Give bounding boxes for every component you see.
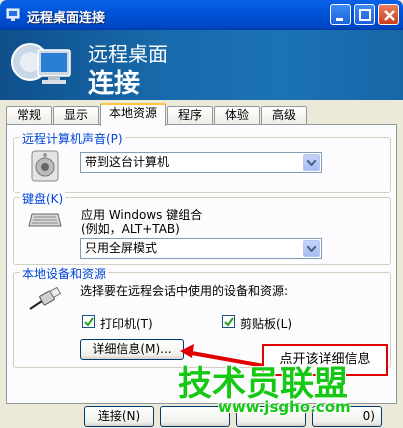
watermark-url: www.jsgho.com: [218, 398, 351, 416]
